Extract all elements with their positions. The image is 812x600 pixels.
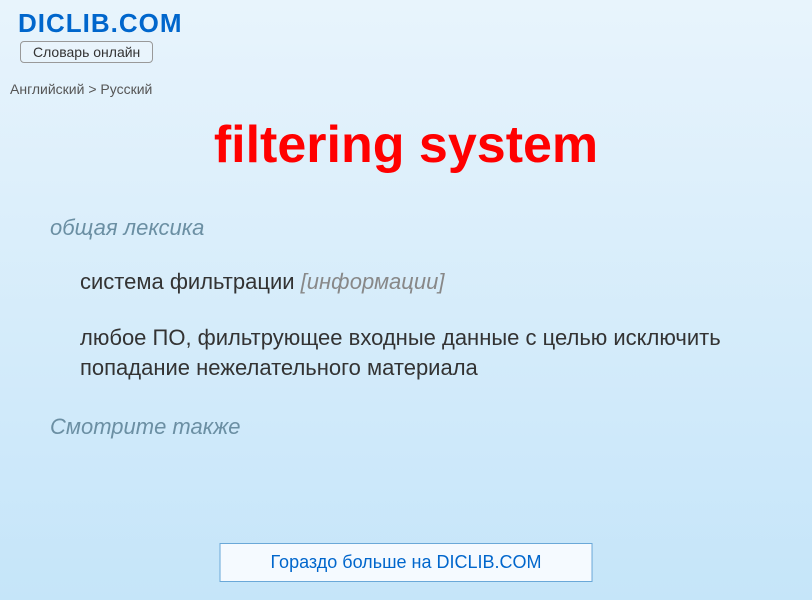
see-also-label: Смотрите также (50, 414, 762, 440)
site-subtitle: Словарь онлайн (20, 41, 153, 63)
header: DICLIB.COM Словарь онлайн (0, 0, 812, 63)
breadcrumb-separator: > (88, 81, 96, 97)
definition-primary-context: [информации] (301, 269, 445, 294)
breadcrumb-from[interactable]: Английский (10, 81, 84, 97)
definition-block: система фильтрации [информации] любое ПО… (80, 269, 762, 382)
breadcrumb-to[interactable]: Русский (100, 81, 152, 97)
content-area: общая лексика система фильтрации [информ… (0, 215, 812, 440)
page-title: filtering system (0, 115, 812, 175)
breadcrumb: Английский > Русский (10, 81, 812, 97)
definition-primary: система фильтрации [информации] (80, 269, 762, 295)
more-link[interactable]: Гораздо больше на DICLIB.COM (271, 552, 542, 572)
more-link-box[interactable]: Гораздо больше на DICLIB.COM (220, 543, 593, 582)
site-logo[interactable]: DICLIB.COM (18, 8, 812, 39)
category-label: общая лексика (50, 215, 762, 241)
definition-secondary: любое ПО, фильтрующее входные данные с ц… (80, 323, 762, 382)
definition-primary-text: система фильтрации (80, 269, 301, 294)
